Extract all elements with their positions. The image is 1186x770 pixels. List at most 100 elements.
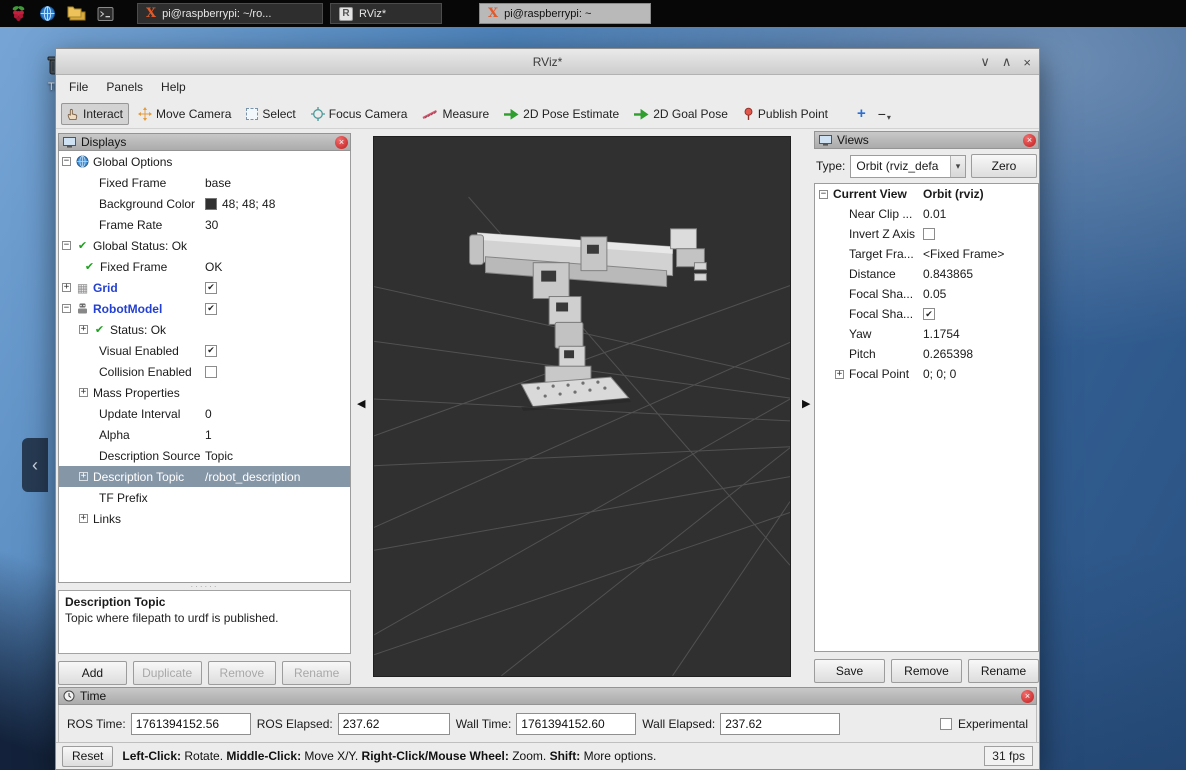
save-button[interactable]: Save [814, 659, 885, 683]
panel-collapse-left-icon[interactable]: ◀ [357, 397, 365, 410]
property-value[interactable]: 48; 48; 48 [202, 197, 350, 211]
close-panel-button[interactable]: × [1023, 134, 1036, 147]
shade-button[interactable]: ∨ [980, 54, 990, 70]
row-description-source[interactable]: Description Source Topic [59, 445, 350, 466]
tool-select[interactable]: Select [240, 103, 301, 125]
row-pitch[interactable]: Pitch 0.265398 [815, 344, 1038, 364]
row-fixed-frame[interactable]: Fixed Frame base [59, 172, 350, 193]
expander-closed-icon[interactable]: + [79, 514, 88, 523]
property-value[interactable]: 0.265398 [921, 347, 1038, 361]
ros-time-input[interactable] [130, 712, 251, 735]
row-grid[interactable]: + ▦ Grid ✔ [59, 277, 350, 298]
tool-2d-goal-pose[interactable]: 2D Goal Pose [628, 103, 734, 125]
checkbox-unchecked[interactable] [205, 365, 217, 378]
property-value[interactable]: 0.01 [921, 207, 1038, 221]
menu-panels[interactable]: Panels [97, 77, 152, 97]
expander-closed-icon[interactable]: + [79, 472, 88, 481]
row-focal-shape-size[interactable]: Focal Sha... 0.05 [815, 284, 1038, 304]
tool-2d-pose-estimate[interactable]: 2D Pose Estimate [498, 103, 625, 125]
taskbar-window-terminal-1[interactable]: X pi@raspberrypi: ~/ro... [137, 3, 323, 24]
row-global-options[interactable]: − Global Options [59, 151, 350, 172]
row-yaw[interactable]: Yaw 1.1754 [815, 324, 1038, 344]
property-value[interactable]: 30 [202, 218, 350, 232]
color-swatch[interactable] [205, 197, 217, 210]
row-background-color[interactable]: Background Color 48; 48; 48 [59, 193, 350, 214]
row-focal-shape-fixed[interactable]: Focal Sha... ✔ [815, 304, 1038, 324]
ros-elapsed-input[interactable] [337, 712, 450, 735]
expander-closed-icon[interactable]: + [79, 388, 88, 397]
row-frame-rate[interactable]: Frame Rate 30 [59, 214, 350, 235]
row-tf-prefix[interactable]: TF Prefix [59, 487, 350, 508]
views-panel-header[interactable]: Views × [814, 131, 1039, 149]
row-visual-enabled[interactable]: Visual Enabled ✔ [59, 340, 350, 361]
view-type-dropdown[interactable]: Orbit (rviz_defa ▾ [850, 154, 966, 178]
tool-interact[interactable]: Interact [61, 102, 130, 125]
remove-tool-button[interactable]: − ▾ [875, 106, 894, 122]
splitter-handle[interactable]: ······ [58, 582, 351, 591]
add-button[interactable]: Add [58, 661, 127, 685]
row-invert-z-axis[interactable]: Invert Z Axis [815, 224, 1038, 244]
row-robot-model[interactable]: − RobotModel ✔ [59, 298, 350, 319]
close-button[interactable]: × [1023, 55, 1031, 70]
checkbox-checked[interactable]: ✔ [205, 302, 217, 315]
property-value[interactable]: <Fixed Frame> [921, 247, 1038, 261]
row-near-clip[interactable]: Near Clip ... 0.01 [815, 204, 1038, 224]
property-value[interactable]: 1 [202, 428, 350, 442]
terminal-icon[interactable] [94, 3, 116, 25]
checkbox-checked[interactable]: ✔ [205, 344, 217, 357]
property-value[interactable]: /robot_description [202, 470, 350, 484]
row-global-status[interactable]: − ✔ Global Status: Ok [59, 235, 350, 256]
row-status-ok[interactable]: + ✔ Status: Ok [59, 319, 350, 340]
row-alpha[interactable]: Alpha 1 [59, 424, 350, 445]
remove-button[interactable]: Remove [891, 659, 962, 683]
expander-open-icon[interactable]: − [62, 304, 71, 313]
time-panel-header[interactable]: Time × [58, 687, 1037, 705]
rename-button[interactable]: Rename [968, 659, 1039, 683]
row-current-view[interactable]: − Current View Orbit (rviz) [815, 184, 1038, 204]
row-collision-enabled[interactable]: Collision Enabled [59, 361, 350, 382]
property-value[interactable]: 0 [202, 407, 350, 421]
close-panel-button[interactable]: × [335, 136, 348, 149]
file-manager-icon[interactable] [65, 3, 87, 25]
expander-closed-icon[interactable]: + [835, 369, 844, 379]
tool-measure[interactable]: Measure [416, 103, 495, 125]
property-value[interactable]: 0.05 [921, 287, 1038, 301]
menu-file[interactable]: File [60, 77, 97, 97]
taskbar-window-terminal-2[interactable]: X pi@raspberrypi: ~ [479, 3, 651, 24]
checkbox-unchecked[interactable] [923, 228, 935, 240]
web-browser-icon[interactable] [36, 3, 58, 25]
wall-time-input[interactable] [516, 712, 637, 735]
property-value[interactable]: 1.1754 [921, 327, 1038, 341]
row-focal-point[interactable]: + Focal Point 0; 0; 0 [815, 364, 1038, 384]
panel-collapse-right-icon[interactable]: ▶ [802, 397, 810, 410]
add-tool-button[interactable]: + [851, 105, 872, 122]
experimental-checkbox[interactable] [939, 717, 952, 730]
tool-move-camera[interactable]: Move Camera [132, 103, 237, 125]
row-fixed-frame-status[interactable]: ✔ Fixed Frame OK [59, 256, 350, 277]
maximize-button[interactable]: ∧ [1002, 54, 1012, 70]
property-value[interactable]: 0; 0; 0 [921, 367, 1038, 381]
row-target-frame[interactable]: Target Fra... <Fixed Frame> [815, 244, 1038, 264]
checkbox-checked[interactable]: ✔ [205, 281, 217, 294]
row-description-topic-selected[interactable]: + Description Topic /robot_description [59, 466, 350, 487]
wall-elapsed-input[interactable] [720, 712, 841, 735]
reset-button[interactable]: Reset [62, 745, 114, 767]
raspberry-menu-icon[interactable] [7, 3, 29, 25]
property-value[interactable]: Topic [202, 449, 350, 463]
displays-panel-header[interactable]: Displays × [58, 133, 351, 151]
desktop-panel-handle[interactable]: ‹ [22, 438, 48, 492]
viewport-3d[interactable] [373, 136, 791, 677]
property-value[interactable]: 0.843865 [921, 267, 1038, 281]
expander-closed-icon[interactable]: + [79, 325, 88, 334]
row-update-interval[interactable]: Update Interval 0 [59, 403, 350, 424]
expander-closed-icon[interactable]: + [62, 283, 71, 292]
checkbox-checked[interactable]: ✔ [923, 308, 935, 320]
close-panel-button[interactable]: × [1021, 690, 1034, 703]
taskbar-window-rviz[interactable]: R RViz* [330, 3, 442, 24]
row-links[interactable]: + Links [59, 508, 350, 529]
row-distance[interactable]: Distance 0.843865 [815, 264, 1038, 284]
expander-open-icon[interactable]: − [62, 241, 71, 250]
zero-button[interactable]: Zero [971, 154, 1037, 178]
tool-publish-point[interactable]: Publish Point [737, 103, 834, 125]
window-titlebar[interactable]: RViz* ∨ ∧ × [56, 49, 1039, 75]
